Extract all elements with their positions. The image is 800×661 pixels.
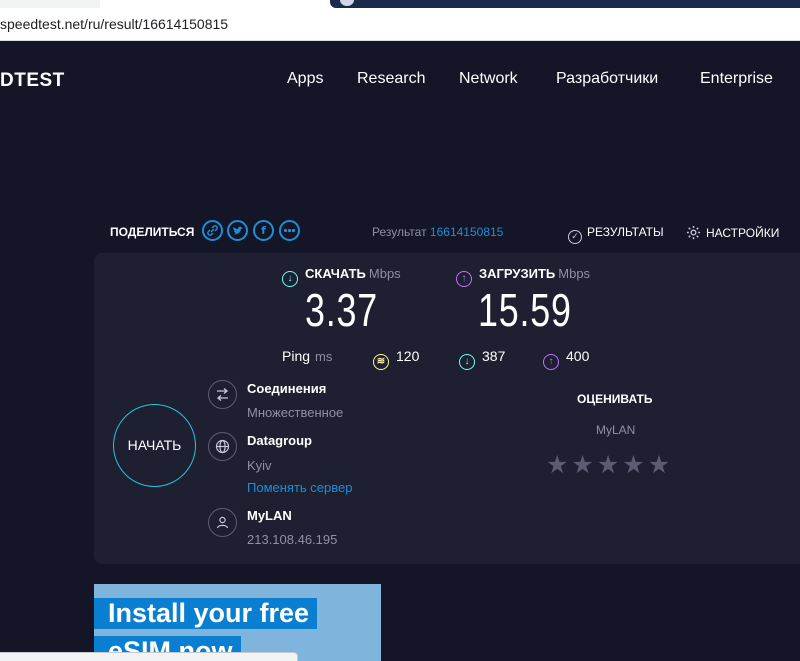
- address-bar[interactable]: speedtest.net/ru/result/16614150815: [0, 8, 800, 41]
- thumbnail-icon: [340, 0, 354, 6]
- rating-stars: ★ ★ ★ ★ ★: [546, 452, 673, 477]
- ping-idle: ≋ 120: [373, 348, 419, 370]
- url-text[interactable]: speedtest.net/ru/result/16614150815: [0, 16, 228, 32]
- rate-title: ОЦЕНИВАТЬ: [577, 392, 653, 406]
- star-icon[interactable]: ★: [546, 452, 568, 477]
- ping-upload: ↑ 400: [543, 348, 589, 370]
- browser-tab-strip: [0, 0, 800, 8]
- esim-ad-banner[interactable]: Install your free eSIM now: [94, 584, 381, 661]
- ping-text: Ping: [282, 348, 311, 364]
- connections-icon: [208, 380, 237, 409]
- globe-icon: [208, 432, 237, 461]
- change-server-link[interactable]: Поменять сервер: [247, 480, 352, 495]
- server-location: Kyiv: [247, 458, 272, 473]
- upload-arrow-icon: ↑: [456, 271, 472, 287]
- upload-ping-icon: ↑: [543, 354, 559, 370]
- idle-ping-icon: ≋: [373, 354, 389, 370]
- ad-line-1: Install your free: [94, 598, 318, 629]
- upload-label: ЗАГРУЗИТЬ: [479, 266, 556, 281]
- connections-value: Множественное: [247, 405, 344, 420]
- star-icon[interactable]: ★: [648, 452, 670, 477]
- go-button[interactable]: НАЧАТЬ: [113, 404, 196, 487]
- ping-upload-value: 400: [566, 348, 590, 364]
- facebook-icon[interactable]: f: [253, 220, 274, 241]
- ping-label: Ping ms: [282, 348, 332, 364]
- site-header: DTEST Apps Research Network Разработчики…: [0, 42, 800, 117]
- download-unit: Mbps: [368, 266, 401, 281]
- star-icon[interactable]: ★: [597, 452, 619, 477]
- results-link[interactable]: ✓ РЕЗУЛЬТАТЫ: [568, 225, 664, 244]
- ping-download-value: 387: [482, 348, 506, 364]
- rate-isp: MyLAN: [596, 423, 636, 437]
- server-name: Datagroup: [247, 433, 312, 448]
- upload-speed: 15.59: [478, 284, 572, 336]
- download-ping-icon: ↓: [459, 354, 475, 370]
- browser-status-bar: [0, 652, 298, 661]
- ping-idle-value: 120: [396, 348, 420, 364]
- result-panel: [94, 253, 800, 564]
- nav-network[interactable]: Network: [459, 70, 518, 88]
- share-label: ПОДЕЛИТЬСЯ: [110, 225, 195, 239]
- twitter-icon[interactable]: [227, 220, 248, 241]
- result-id-label: Результат 16614150815: [372, 225, 503, 239]
- more-icon[interactable]: [279, 220, 300, 241]
- user-icon: [208, 508, 237, 537]
- browser-tab[interactable]: [0, 0, 100, 8]
- nav-developers[interactable]: Разработчики: [556, 70, 658, 88]
- speedtest-logo[interactable]: DTEST: [0, 70, 65, 92]
- gear-icon: [686, 225, 701, 240]
- results-link-label: РЕЗУЛЬТАТЫ: [587, 225, 664, 239]
- ping-unit: ms: [315, 349, 333, 364]
- provider-ip: 213.108.46.195: [247, 532, 338, 547]
- provider-name: MyLAN: [247, 508, 292, 523]
- browser-thumbnail: [330, 0, 800, 8]
- star-icon[interactable]: ★: [622, 452, 644, 477]
- download-label: СКАЧАТЬ: [305, 266, 366, 281]
- check-circle-icon: ✓: [568, 230, 582, 244]
- result-label: Результат: [372, 225, 427, 239]
- nav-research[interactable]: Research: [357, 70, 425, 88]
- connections-title: Соединения: [247, 381, 327, 396]
- settings-link[interactable]: НАСТРОЙКИ: [686, 225, 779, 240]
- result-id-link[interactable]: 16614150815: [430, 225, 503, 239]
- link-icon[interactable]: [202, 220, 223, 241]
- settings-link-label: НАСТРОЙКИ: [706, 226, 780, 240]
- upload-unit: Mbps: [558, 266, 591, 281]
- download-arrow-icon: ↓: [282, 271, 298, 287]
- download-speed: 3.37: [305, 284, 378, 336]
- nav-enterprise[interactable]: Enterprise: [700, 70, 773, 88]
- nav-apps[interactable]: Apps: [287, 70, 323, 88]
- ping-download: ↓ 387: [459, 348, 505, 370]
- star-icon[interactable]: ★: [571, 452, 593, 477]
